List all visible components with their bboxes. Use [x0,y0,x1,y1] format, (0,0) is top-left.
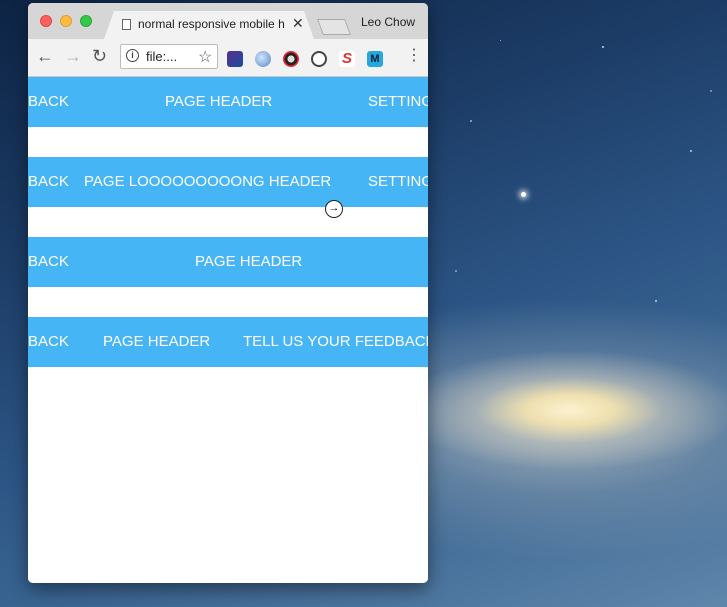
back-button[interactable]: BACK [28,237,69,287]
star [500,40,501,41]
color-wheel-icon[interactable] [283,51,299,67]
document-icon [122,19,131,30]
star [521,192,526,197]
url-text[interactable]: file:... [146,49,177,64]
m-extension-icon[interactable]: M [367,51,383,67]
tab-close-icon[interactable]: ✕ [292,15,304,32]
resize-cursor-icon: → [325,200,343,218]
globe-icon[interactable] [255,51,271,67]
star [602,46,604,48]
back-arrow-icon[interactable]: ← [36,45,54,67]
page-header-title: PAGE HEADER [195,253,303,270]
back-button[interactable]: BACK [28,317,69,367]
browser-window: normal responsive mobile h ✕ Leo Chow ← … [28,3,428,583]
browser-tab[interactable]: normal responsive mobile h ✕ [104,11,314,39]
minimize-window-button[interactable] [60,15,72,27]
profile-name[interactable]: Leo Chow [361,15,415,29]
forward-arrow-icon[interactable]: → [64,45,82,67]
browser-toolbar: ← → ↻ i file:... ☆ S M ⋮ [28,39,428,77]
menu-dots-icon[interactable]: ⋮ [406,46,422,66]
header-bar-1: BACK PAGE HEADER SETTING [28,77,428,127]
star [455,270,457,272]
page-header-title: PAGE HEADER [103,333,211,350]
sync-icon[interactable] [311,51,327,67]
header-bar-2: BACK PAGE LOOOOOOOOONG HEADER SETTING [28,157,428,207]
back-button[interactable]: BACK [28,77,69,127]
close-window-button[interactable] [40,15,52,27]
new-tab-button[interactable] [317,19,351,35]
reload-icon[interactable]: ↻ [92,45,107,67]
page-content: BACK PAGE HEADER SETTING BACK PAGE LOOOO… [28,77,428,583]
setting-button[interactable]: SETTING [368,77,428,127]
s-extension-icon[interactable]: S [339,51,355,67]
address-bar[interactable]: i file:... ☆ [120,44,218,69]
zoom-window-button[interactable] [80,15,92,27]
star [710,90,712,92]
star [690,150,692,152]
back-button[interactable]: BACK [28,157,69,207]
setting-button[interactable]: SETTING [368,157,428,207]
tab-title: normal responsive mobile h [138,17,285,31]
header-bar-4: BACK PAGE HEADER TELL US YOUR FEEDBACK [28,317,428,367]
page-header-title: PAGE HEADER [165,93,273,110]
bookmark-star-icon[interactable]: ☆ [198,47,212,67]
title-bar: normal responsive mobile h ✕ Leo Chow [28,3,428,39]
extension-icon[interactable] [227,51,243,67]
star [470,120,472,122]
page-header-title: PAGE LOOOOOOOOONG HEADER [84,173,332,190]
star [655,300,657,302]
feedback-button[interactable]: TELL US YOUR FEEDBACK [243,317,428,367]
header-bar-3: BACK PAGE HEADER [28,237,428,287]
info-icon[interactable]: i [126,49,139,62]
